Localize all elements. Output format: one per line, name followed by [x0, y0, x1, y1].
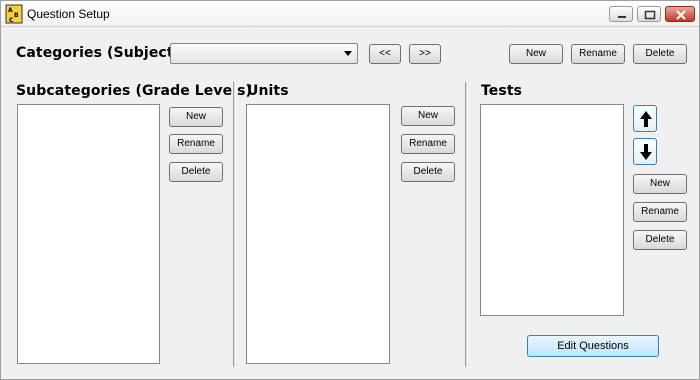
- close-button[interactable]: [665, 6, 695, 22]
- unit-delete-button[interactable]: Delete: [401, 162, 455, 182]
- subcategory-new-button[interactable]: New: [169, 107, 223, 127]
- edit-questions-button[interactable]: Edit Questions: [527, 335, 659, 357]
- move-test-down-button[interactable]: [633, 138, 657, 165]
- column-divider: [465, 82, 468, 367]
- test-rename-button[interactable]: Rename: [633, 202, 687, 222]
- subcategory-delete-button[interactable]: Delete: [169, 162, 223, 182]
- unit-new-button[interactable]: New: [401, 106, 455, 126]
- svg-text:A: A: [8, 7, 13, 14]
- minimize-button[interactable]: [609, 6, 633, 22]
- column-divider: [233, 82, 236, 367]
- move-test-up-button[interactable]: [633, 105, 657, 132]
- category-delete-button[interactable]: Delete: [633, 44, 687, 64]
- subcategory-rename-button[interactable]: Rename: [169, 134, 223, 154]
- chevron-down-icon: [344, 51, 352, 56]
- tests-list[interactable]: [480, 104, 624, 316]
- test-delete-button[interactable]: Delete: [633, 230, 687, 250]
- maximize-button[interactable]: [637, 6, 661, 22]
- window-title: Question Setup: [27, 7, 110, 21]
- abc-app-icon[interactable]: A B C: [5, 4, 23, 24]
- units-list[interactable]: [246, 104, 390, 364]
- categories-dropdown[interactable]: [170, 43, 358, 64]
- tests-label: Tests: [481, 83, 523, 99]
- category-rename-button[interactable]: Rename: [571, 44, 625, 64]
- test-new-button[interactable]: New: [633, 174, 687, 194]
- svg-text:C: C: [9, 17, 14, 24]
- title-bar[interactable]: A B C Question Setup: [1, 1, 699, 27]
- subcategories-list[interactable]: [17, 104, 160, 364]
- question-setup-window: A B C Question Setup Categories (Subject…: [0, 0, 700, 380]
- maximize-icon: [644, 10, 656, 20]
- next-category-button[interactable]: >>: [409, 44, 441, 64]
- units-label: Units: [247, 83, 289, 99]
- minimize-icon: [618, 16, 626, 18]
- arrow-up-icon: [640, 111, 652, 127]
- svg-text:B: B: [14, 12, 19, 19]
- categories-label: Categories (Subjects): [16, 45, 189, 61]
- close-icon: [676, 10, 686, 20]
- arrow-down-icon: [640, 144, 652, 160]
- unit-rename-button[interactable]: Rename: [401, 134, 455, 154]
- previous-category-button[interactable]: <<: [369, 44, 401, 64]
- subcategories-label: Subcategories (Grade Levels): [16, 83, 253, 99]
- category-new-button[interactable]: New: [509, 44, 563, 64]
